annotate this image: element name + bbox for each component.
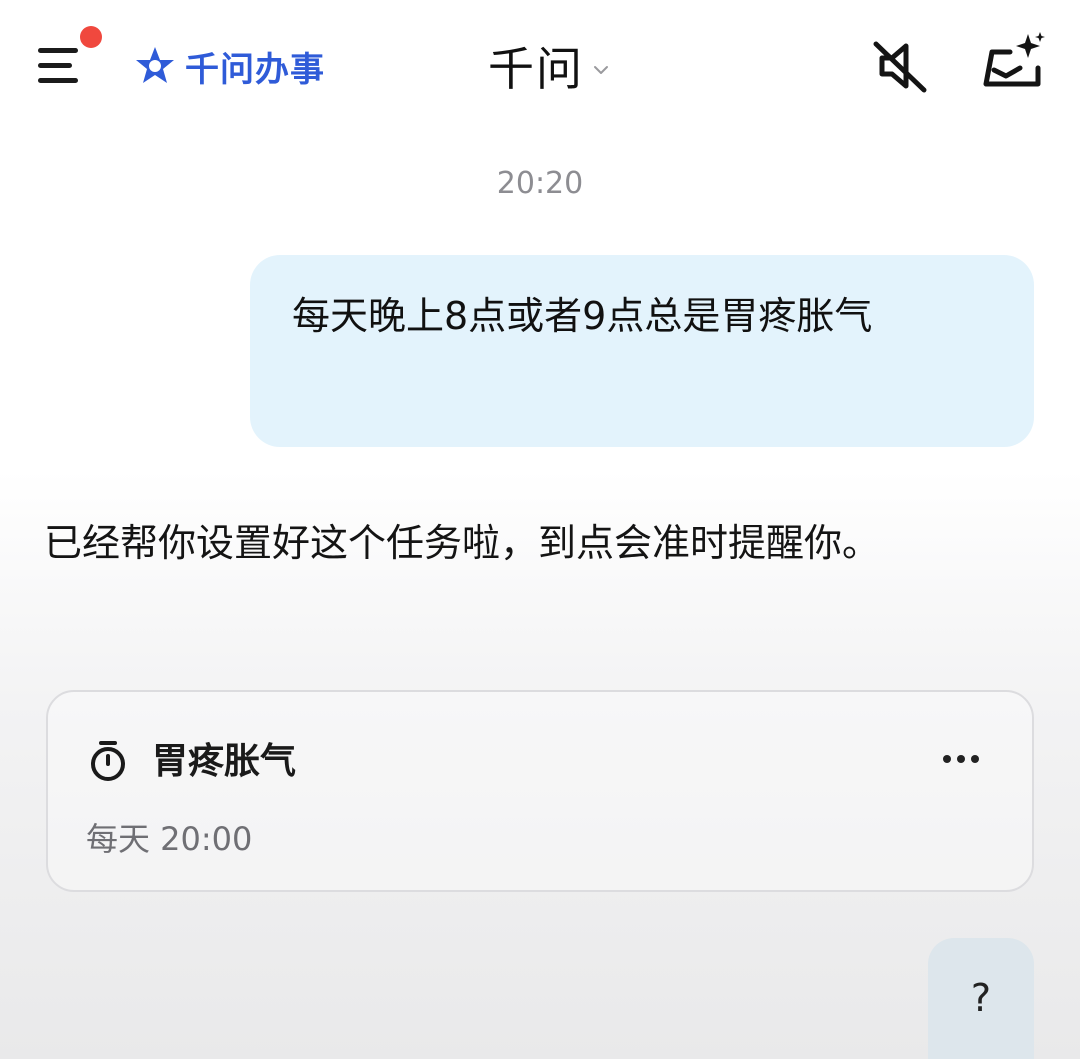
message-timestamp: 20:20 [496, 166, 584, 201]
model-selector[interactable]: 千问 [488, 34, 610, 98]
chevron-down-icon [594, 66, 608, 74]
brand-button[interactable]: 千问办事 [133, 40, 325, 92]
reminder-title: 胃疼胀气 [152, 741, 297, 782]
menu-icon[interactable] [38, 26, 102, 90]
speaker-muted-icon[interactable] [868, 38, 932, 94]
user-message-text: 每天晚上8点或者9点总是胃疼胀气 [292, 294, 873, 338]
more-dots-icon[interactable] [941, 752, 981, 766]
reminder-card[interactable]: 胃疼胀气 每天 20:00 [46, 690, 1034, 892]
user-message-bubble-2[interactable]: ? [928, 938, 1034, 1059]
user-message-bubble[interactable]: 每天晚上8点或者9点总是胃疼胀气 [250, 255, 1034, 447]
brand-label: 千问办事 [185, 49, 325, 90]
timer-icon [91, 741, 125, 781]
star-logo-icon [136, 47, 174, 83]
notification-dot [80, 26, 102, 48]
assistant-message-text: 已经帮你设置好这个任务啦，到点会准时提醒你。 [44, 521, 881, 565]
reminder-schedule: 每天 20:00 [86, 820, 253, 858]
user-message-text-2: ? [970, 976, 992, 1020]
new-chat-sparkle-icon[interactable] [980, 30, 1046, 92]
page-title: 千问 [488, 42, 584, 96]
